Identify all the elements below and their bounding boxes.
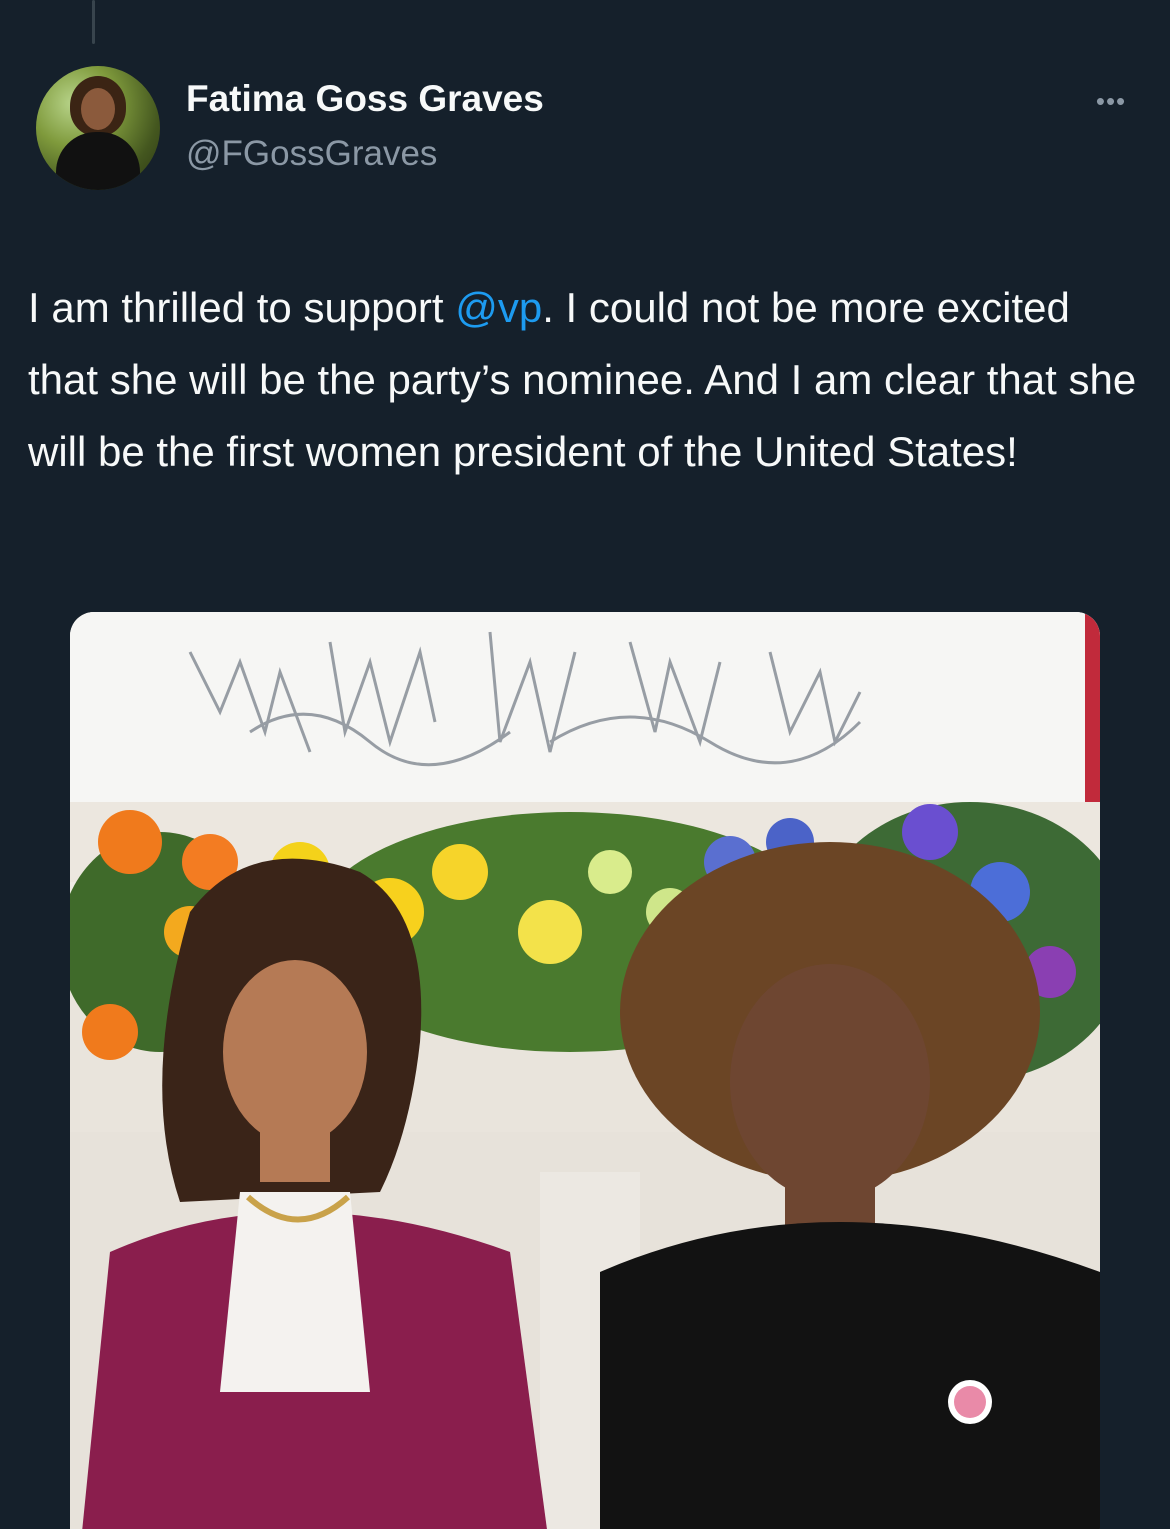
- tweet-header: Fatima Goss Graves @FGossGraves •••: [36, 66, 1136, 196]
- author-avatar[interactable]: [36, 66, 160, 190]
- tweet-photo[interactable]: [70, 612, 1100, 1529]
- avatar-body: [56, 132, 140, 190]
- avatar-face: [81, 88, 115, 130]
- tweet-screen: Fatima Goss Graves @FGossGraves ••• I am…: [0, 0, 1170, 1529]
- more-icon[interactable]: •••: [1086, 86, 1136, 116]
- mention-link[interactable]: @vp: [455, 284, 542, 331]
- photo-illustration: [70, 612, 1100, 1529]
- author-display-name[interactable]: Fatima Goss Graves: [186, 78, 544, 120]
- tweet-text-part-1: I am thrilled to support: [28, 284, 456, 331]
- thread-connector-line: [92, 0, 95, 44]
- tweet-text: I am thrilled to support @vp. I could no…: [28, 272, 1138, 488]
- author-handle[interactable]: @FGossGraves: [186, 134, 437, 174]
